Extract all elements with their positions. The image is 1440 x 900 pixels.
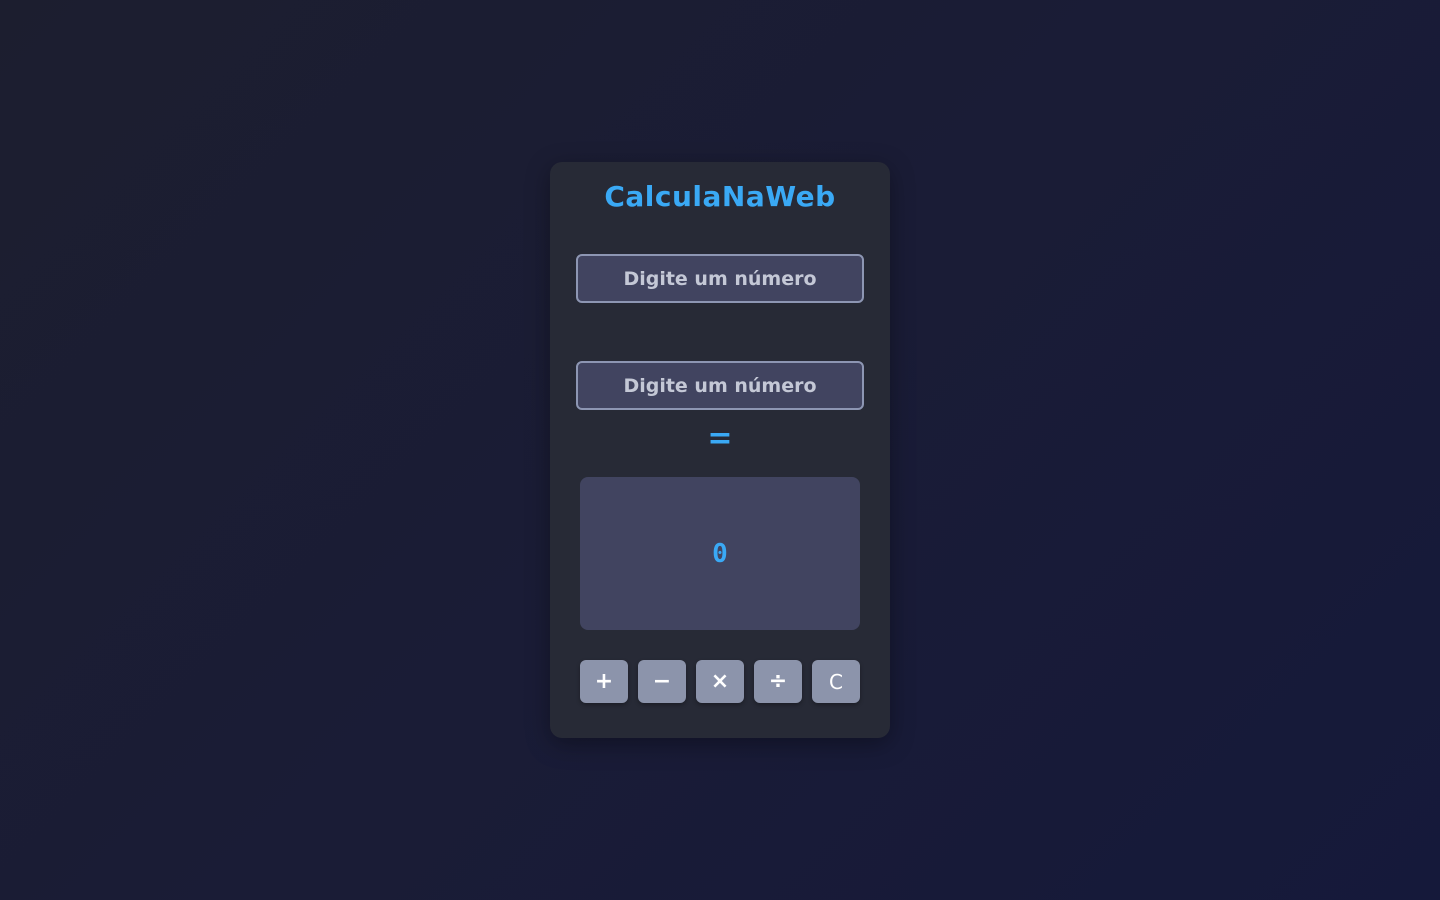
result-display: 0 xyxy=(580,477,860,630)
divide-button[interactable]: ÷ xyxy=(754,660,802,703)
equals-sign: = xyxy=(707,421,733,456)
second-number-input[interactable] xyxy=(576,361,864,410)
operations-bar: + − × ÷ C xyxy=(580,660,860,703)
subtract-button[interactable]: − xyxy=(638,660,686,703)
multiply-button[interactable]: × xyxy=(696,660,744,703)
add-button[interactable]: + xyxy=(580,660,628,703)
first-number-input[interactable] xyxy=(576,254,864,303)
calculator-card: CalculaNaWeb = 0 + − × ÷ C xyxy=(550,162,890,738)
app-title: CalculaNaWeb xyxy=(604,180,836,213)
result-value: 0 xyxy=(712,538,728,569)
clear-button[interactable]: C xyxy=(812,660,860,703)
